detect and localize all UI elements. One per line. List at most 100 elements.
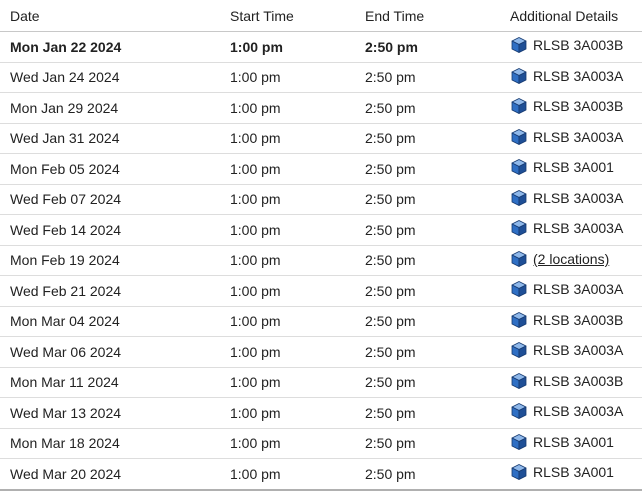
location-cell: RLSB 3A001 xyxy=(500,458,642,491)
end-time-cell: 2:50 pm xyxy=(355,458,500,491)
location-details: RLSB 3A003A xyxy=(510,128,623,146)
building-cube-icon xyxy=(510,311,528,329)
location-details: RLSB 3A003A xyxy=(510,341,623,359)
location-cell: RLSB 3A001 xyxy=(500,153,642,185)
table-row: Mon Jan 22 2024 1:00 pm 2:50 pm RLSB 3A003B xyxy=(0,31,642,63)
start-time-cell: 1:00 pm xyxy=(220,123,355,154)
end-time-cell: 2:50 pm xyxy=(355,367,500,398)
start-time-cell: 1:00 pm xyxy=(220,397,355,429)
location-label: RLSB 3A003B xyxy=(533,311,624,328)
start-time-cell: 1:00 pm xyxy=(220,367,355,398)
start-time-column-header: Start Time xyxy=(220,0,355,32)
date-cell: Mon Mar 18 2024 xyxy=(0,428,220,459)
date-cell: Wed Jan 24 2024 xyxy=(0,62,220,93)
date-cell: Wed Feb 07 2024 xyxy=(0,184,220,215)
date-cell: Mon Mar 11 2024 xyxy=(0,367,220,398)
end-time-cell: 2:50 pm xyxy=(355,31,500,63)
table-row: Mon Mar 11 2024 1:00 pm 2:50 pm RLSB 3A003B xyxy=(0,367,642,398)
meeting-schedule-table: Date Start Time End Time Additional Deta… xyxy=(0,0,642,491)
location-details: RLSB 3A003A xyxy=(510,402,623,420)
table-row: Mon Mar 04 2024 1:00 pm 2:50 pm RLSB 3A003B xyxy=(0,306,642,337)
location-cell: RLSB 3A003A xyxy=(500,336,642,368)
location-label: RLSB 3A003A xyxy=(533,220,624,237)
table-row: Wed Jan 24 2024 1:00 pm 2:50 pm RLSB 3A003A xyxy=(0,62,642,93)
table-row: Wed Mar 20 2024 1:00 pm 2:50 pm RLSB 3A001 xyxy=(0,458,642,491)
building-cube-icon xyxy=(510,402,528,420)
location-details: RLSB 3A003A xyxy=(510,189,623,207)
building-cube-icon xyxy=(510,97,528,115)
date-cell: Mon Feb 19 2024 xyxy=(0,245,220,276)
table-row: Wed Feb 14 2024 1:00 pm 2:50 pm RLSB 3A003A xyxy=(0,214,642,246)
end-time-cell: 2:50 pm xyxy=(355,275,500,307)
location-cell: RLSB 3A003B xyxy=(500,306,642,337)
multiple-locations-link[interactable]: (2 locations) xyxy=(533,251,609,267)
location-details: RLSB 3A001 xyxy=(510,158,614,176)
building-cube-icon xyxy=(510,341,528,359)
table-header: Date Start Time End Time Additional Deta… xyxy=(0,0,642,32)
building-cube-icon xyxy=(510,219,528,237)
date-cell: Wed Feb 21 2024 xyxy=(0,275,220,307)
location-label: RLSB 3A003A xyxy=(533,403,624,420)
location-details: RLSB 3A003A xyxy=(510,280,623,298)
location-details: RLSB 3A003B xyxy=(510,372,623,390)
location-label: RLSB 3A001 xyxy=(533,159,614,176)
location-cell: RLSB 3A003A xyxy=(500,275,642,307)
location-cell: RLSB 3A003A xyxy=(500,214,642,246)
table-row: Wed Mar 06 2024 1:00 pm 2:50 pm RLSB 3A003A xyxy=(0,336,642,368)
end-time-cell: 2:50 pm xyxy=(355,153,500,185)
location-label: RLSB 3A003A xyxy=(533,67,624,84)
start-time-cell: 1:00 pm xyxy=(220,428,355,459)
location-details: RLSB 3A001 xyxy=(510,463,614,481)
start-time-cell: 1:00 pm xyxy=(220,92,355,124)
end-time-cell: 2:50 pm xyxy=(355,245,500,276)
building-cube-icon xyxy=(510,128,528,146)
location-cell: RLSB 3A003B xyxy=(500,31,642,63)
location-details: RLSB 3A001 xyxy=(510,433,614,451)
end-time-column-header: End Time xyxy=(355,0,500,32)
start-time-cell: 1:00 pm xyxy=(220,306,355,337)
date-cell: Wed Jan 31 2024 xyxy=(0,123,220,154)
location-cell: RLSB 3A003A xyxy=(500,62,642,93)
start-time-cell: 1:00 pm xyxy=(220,214,355,246)
end-time-cell: 2:50 pm xyxy=(355,336,500,368)
location-details: RLSB 3A003A xyxy=(510,67,623,85)
date-cell: Mon Feb 05 2024 xyxy=(0,153,220,185)
building-cube-icon xyxy=(510,372,528,390)
table-body: Mon Jan 22 2024 1:00 pm 2:50 pm RLSB 3A003B… xyxy=(0,31,642,491)
location-label: RLSB 3A001 xyxy=(533,433,614,450)
location-details: (2 locations) xyxy=(510,250,609,268)
end-time-cell: 2:50 pm xyxy=(355,92,500,124)
start-time-cell: 1:00 pm xyxy=(220,336,355,368)
table-row: Wed Feb 21 2024 1:00 pm 2:50 pm RLSB 3A003A xyxy=(0,275,642,307)
date-cell: Wed Mar 20 2024 xyxy=(0,458,220,491)
building-cube-icon xyxy=(510,158,528,176)
building-cube-icon xyxy=(510,433,528,451)
date-cell: Mon Jan 29 2024 xyxy=(0,92,220,124)
start-time-cell: 1:00 pm xyxy=(220,153,355,185)
start-time-cell: 1:00 pm xyxy=(220,458,355,491)
table-row: Mon Mar 18 2024 1:00 pm 2:50 pm RLSB 3A001 xyxy=(0,428,642,459)
location-details: RLSB 3A003B xyxy=(510,311,623,329)
date-cell: Mon Jan 22 2024 xyxy=(0,31,220,63)
table-row: Wed Feb 07 2024 1:00 pm 2:50 pm RLSB 3A003A xyxy=(0,184,642,215)
location-label: RLSB 3A003B xyxy=(533,98,624,115)
end-time-cell: 2:50 pm xyxy=(355,123,500,154)
location-label: RLSB 3A003B xyxy=(533,37,624,54)
location-label: RLSB 3A003A xyxy=(533,128,624,145)
location-cell: RLSB 3A001 xyxy=(500,428,642,459)
location-label: RLSB 3A003A xyxy=(533,281,624,298)
header-row: Date Start Time End Time Additional Deta… xyxy=(0,0,642,32)
end-time-cell: 2:50 pm xyxy=(355,214,500,246)
location-cell: RLSB 3A003B xyxy=(500,367,642,398)
end-time-cell: 2:50 pm xyxy=(355,306,500,337)
location-cell: RLSB 3A003A xyxy=(500,123,642,154)
building-cube-icon xyxy=(510,280,528,298)
end-time-cell: 2:50 pm xyxy=(355,184,500,215)
date-column-header: Date xyxy=(0,0,220,32)
start-time-cell: 1:00 pm xyxy=(220,184,355,215)
date-cell: Mon Mar 04 2024 xyxy=(0,306,220,337)
location-cell: (2 locations) xyxy=(500,245,642,276)
location-cell: RLSB 3A003B xyxy=(500,92,642,124)
table-row: Wed Jan 31 2024 1:00 pm 2:50 pm RLSB 3A003A xyxy=(0,123,642,154)
start-time-cell: 1:00 pm xyxy=(220,245,355,276)
